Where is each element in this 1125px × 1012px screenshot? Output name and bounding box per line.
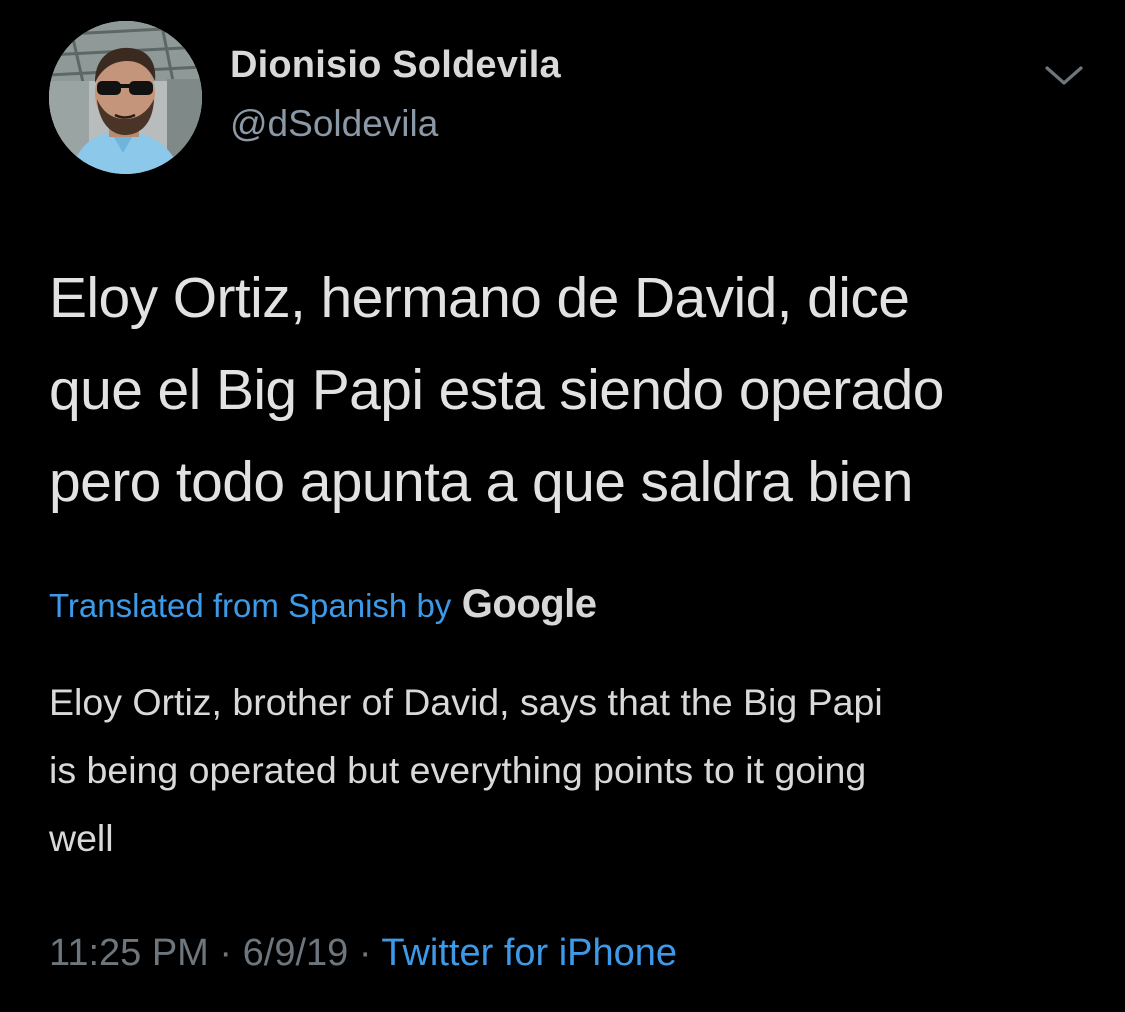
translated-text: Eloy Ortiz, brother of David, says that … — [49, 668, 1094, 872]
translated-text-line: Eloy Ortiz, brother of David, says that … — [49, 681, 883, 723]
translated-from-link[interactable]: Translated from Spanish by — [49, 587, 451, 624]
google-logo: Google — [461, 582, 597, 626]
tweet-metadata: 11:25 PM · 6/9/19 · Twitter for iPhone — [49, 932, 677, 975]
chevron-down-icon — [1045, 66, 1083, 85]
translation-attribution: Translated from Spanish by Google — [49, 582, 597, 632]
tweet-text-line: que el Big Papi esta siendo operado — [49, 358, 944, 422]
display-name[interactable]: Dionisio Soldevila — [230, 44, 561, 87]
user-handle[interactable]: @dSoldevila — [230, 103, 438, 145]
avatar[interactable] — [49, 21, 202, 174]
profile-photo — [49, 21, 202, 174]
tweet-card: Dionisio Soldevila @dSoldevila Eloy Orti… — [0, 0, 1125, 1012]
more-options-button[interactable] — [1043, 59, 1085, 91]
separator-dot: · — [219, 932, 233, 974]
tweet-text-line: Eloy Ortiz, hermano de David, dice — [49, 266, 910, 330]
translated-text-line: is being operated but everything points … — [49, 749, 867, 791]
tweet-text-line: pero todo apunta a que saldra bien — [49, 450, 913, 514]
tweet-date: 6/9/19 — [242, 932, 349, 974]
separator-dot: · — [358, 932, 372, 974]
tweet-time: 11:25 PM — [49, 932, 209, 974]
tweet-source-link[interactable]: Twitter for iPhone — [381, 932, 677, 974]
translated-text-line: well — [49, 817, 114, 859]
tweet-text: Eloy Ortiz, hermano de David, dice que e… — [49, 252, 1089, 528]
